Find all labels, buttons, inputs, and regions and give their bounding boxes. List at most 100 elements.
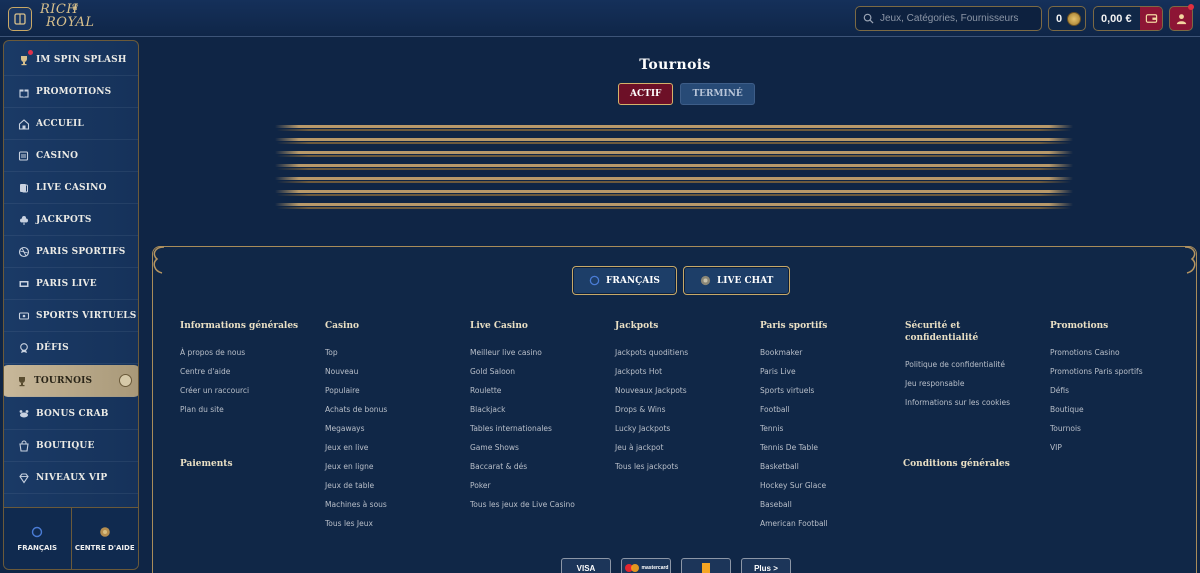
- rich-royal-logo[interactable]: ♛ RICH ROYAL: [40, 3, 100, 33]
- footer-language-button[interactable]: FRANÇAIS: [572, 266, 677, 295]
- live-chat-button[interactable]: LIVE CHAT: [682, 266, 791, 295]
- sidebar-item-paris-live[interactable]: PARIS LIVE: [4, 268, 138, 300]
- sidebar-item-casino[interactable]: CASINO: [4, 140, 138, 172]
- sidebar-item-promotions[interactable]: PROMOTIONS: [4, 76, 138, 108]
- footer-link[interactable]: Paris Live: [760, 362, 905, 381]
- page-title: Tournois: [639, 57, 711, 73]
- tab-active[interactable]: ACTIF: [618, 83, 674, 105]
- footer-link[interactable]: Jackpots quoditiens: [615, 343, 760, 362]
- footer-link[interactable]: Tennis De Table: [760, 438, 905, 457]
- footer-link[interactable]: Jeux en ligne: [325, 457, 470, 476]
- language-button[interactable]: FRANÇAIS: [4, 508, 72, 569]
- footer-link[interactable]: Nouveaux Jackpots: [615, 381, 760, 400]
- footer-link[interactable]: Megaways: [325, 419, 470, 438]
- mastercard-logo: mastercard: [621, 558, 671, 573]
- active-indicator-icon: [119, 374, 132, 387]
- cup-icon: [19, 376, 25, 386]
- wallet-button[interactable]: [1140, 7, 1162, 30]
- footer-link[interactable]: Politique de confidentialité: [905, 355, 1050, 374]
- sidebar-item-live-casino[interactable]: LIVE CASINO: [4, 172, 138, 204]
- footer-link[interactable]: Créer un raccourci: [180, 381, 325, 400]
- search-input[interactable]: [880, 13, 1040, 24]
- footer-link[interactable]: Poker: [470, 476, 615, 495]
- footer-link[interactable]: American Football: [760, 514, 905, 533]
- profile-button[interactable]: [1169, 4, 1194, 31]
- sidebar-item-paris-sportifs[interactable]: PARIS SPORTIFS: [4, 236, 138, 268]
- sidebar-item-im-spin-splash[interactable]: IM SPIN SPLASH: [4, 44, 138, 76]
- footer-link[interactable]: Sports virtuels: [760, 381, 905, 400]
- payments-heading[interactable]: Paiements: [180, 459, 233, 469]
- footer-link[interactable]: Basketball: [760, 457, 905, 476]
- footer-link[interactable]: Populaire: [325, 381, 470, 400]
- sidebar-item-sports-virtuels[interactable]: SPORTS VIRTUELS: [4, 300, 138, 332]
- footer-link-list: Jackpots quoditiens Jackpots Hot Nouveaux …: [615, 343, 760, 476]
- sidebar-item-tournois[interactable]: TOURNOIS: [4, 365, 138, 397]
- terms-heading[interactable]: Conditions générales: [903, 459, 1010, 469]
- balance-display[interactable]: 0,00 €: [1093, 6, 1163, 31]
- footer-column-title: Promotions: [1050, 321, 1109, 331]
- sidebar-item-label: IM SPIN SPLASH: [36, 54, 127, 65]
- tournament-row-placeholder: [275, 148, 1073, 161]
- footer-link[interactable]: Jeu responsable: [905, 374, 1050, 393]
- footer-link[interactable]: Jeux en live: [325, 438, 470, 457]
- footer-link[interactable]: Promotions Casino: [1050, 343, 1195, 362]
- help-label: CENTRE D'AIDE: [74, 543, 135, 552]
- menu-toggle-button[interactable]: [8, 7, 32, 31]
- help-center-button[interactable]: CENTRE D'AIDE: [71, 508, 138, 569]
- footer-link[interactable]: Baccarat & dés: [470, 457, 615, 476]
- sidebar-item-accueil[interactable]: ACCUEIL: [4, 108, 138, 140]
- footer-link[interactable]: Game Shows: [470, 438, 615, 457]
- coins-counter[interactable]: 0: [1048, 6, 1086, 31]
- sidebar-item-boutique[interactable]: BOUTIQUE: [4, 430, 138, 462]
- sidebar-item-label: NIVEAUX VIP: [36, 472, 108, 483]
- medal-icon: [20, 342, 28, 353]
- footer-link[interactable]: Nouveau: [325, 362, 470, 381]
- footer-column: Paris sportifs Bookmaker Paris Live Sports …: [760, 320, 905, 533]
- footer-link[interactable]: À propos de nous: [180, 343, 325, 362]
- footer-link[interactable]: VIP: [1050, 438, 1195, 457]
- footer-link[interactable]: Gold Saloon: [470, 362, 615, 381]
- footer-link[interactable]: Jeux de table: [325, 476, 470, 495]
- clover-icon: [20, 215, 28, 225]
- ball-icon: [18, 246, 30, 257]
- footer-link[interactable]: Football: [760, 400, 905, 419]
- payment-methods: VISA mastercard Plus >: [561, 558, 791, 573]
- tab-finished[interactable]: TERMINÉ: [680, 83, 755, 105]
- footer-link[interactable]: Centre d'aide: [180, 362, 325, 381]
- tournament-tabs: ACTIF TERMINÉ: [618, 83, 755, 105]
- footer-link[interactable]: Boutique: [1050, 400, 1195, 419]
- tournament-row-placeholder: [275, 187, 1073, 200]
- footer-link[interactable]: Machines à sous: [325, 495, 470, 514]
- footer-link[interactable]: Tennis: [760, 419, 905, 438]
- footer-link[interactable]: Lucky Jackpots: [615, 419, 760, 438]
- footer-link[interactable]: Informations sur les cookies: [905, 393, 1050, 412]
- more-payments-button[interactable]: Plus >: [741, 558, 791, 573]
- sidebar-item-label: PROMOTIONS: [36, 86, 112, 97]
- footer-link[interactable]: Roulette: [470, 381, 615, 400]
- footer-link[interactable]: Promotions Paris sportifs: [1050, 362, 1195, 381]
- footer-link[interactable]: Bookmaker: [760, 343, 905, 362]
- footer-link[interactable]: Blackjack: [470, 400, 615, 419]
- footer-link[interactable]: Tous les jackpots: [615, 457, 760, 476]
- footer-link[interactable]: Drops & Wins: [615, 400, 760, 419]
- footer-link[interactable]: Baseball: [760, 495, 905, 514]
- user-icon: [1176, 14, 1186, 25]
- footer-link[interactable]: Tournois: [1050, 419, 1195, 438]
- footer-link[interactable]: Tous les jeux de Live Casino: [470, 495, 615, 514]
- footer-column-title: Informations générales: [180, 321, 299, 331]
- search-box[interactable]: [855, 6, 1042, 31]
- footer-link[interactable]: Meilleur live casino: [470, 343, 615, 362]
- sidebar-item-jackpots[interactable]: JACKPOTS: [4, 204, 138, 236]
- footer-link[interactable]: Plan du site: [180, 400, 325, 419]
- footer-link[interactable]: Achats de bonus: [325, 400, 470, 419]
- footer-link[interactable]: Tous les Jeux: [325, 514, 470, 533]
- footer-link[interactable]: Jackpots Hot: [615, 362, 760, 381]
- footer-link[interactable]: Jeu à jackpot: [615, 438, 760, 457]
- footer-link[interactable]: Défis: [1050, 381, 1195, 400]
- sidebar-item-niveaux-vip[interactable]: NIVEAUX VIP: [4, 462, 138, 494]
- footer-link[interactable]: Hockey Sur Glace: [760, 476, 905, 495]
- sidebar-item-défis[interactable]: DÉFIS: [4, 332, 138, 364]
- sidebar-item-bonus-crab[interactable]: BONUS CRAB: [4, 398, 138, 430]
- footer-link[interactable]: Top: [325, 343, 470, 362]
- footer-link[interactable]: Tables internationales: [470, 419, 615, 438]
